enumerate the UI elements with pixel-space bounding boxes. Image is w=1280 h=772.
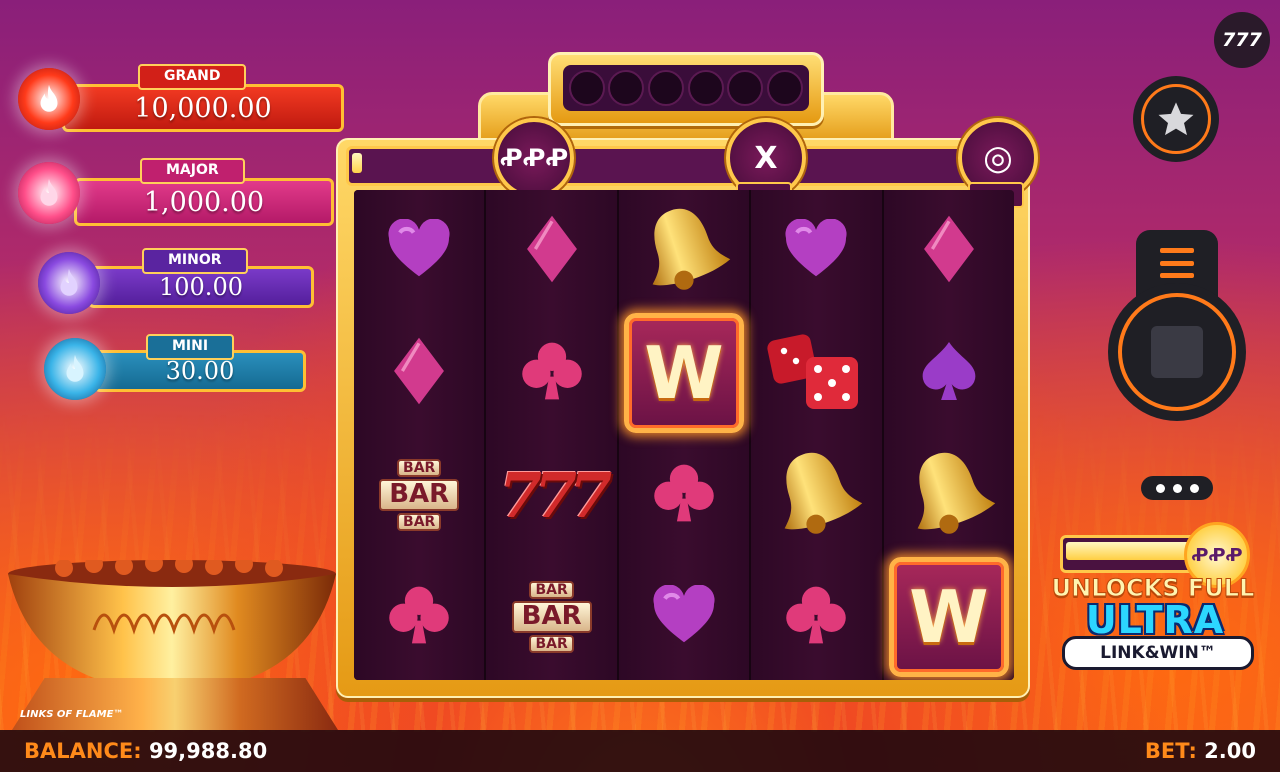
feature-progress-fill	[352, 153, 362, 173]
favorite-button[interactable]	[1133, 76, 1219, 162]
major-amount: 1,000.00	[74, 178, 334, 226]
reel-grid[interactable]: BAR BAR BAR 777 BAR BAR BAR W W	[354, 190, 1014, 680]
reel-cell	[354, 556, 484, 678]
reel-cell: BAR BAR BAR	[354, 434, 484, 556]
reel-cell: 777	[486, 434, 616, 556]
indicator-light	[568, 70, 605, 106]
unlock-progress-bar	[1060, 535, 1198, 573]
reel-cell	[619, 190, 749, 312]
reel-cell	[751, 434, 881, 556]
star-icon	[1158, 102, 1194, 136]
wild-symbol-icon: W	[888, 557, 1009, 677]
wild-symbol-icon: W	[624, 313, 745, 433]
jackpot-minor: 100.00 MINOR	[18, 248, 338, 314]
dice-symbol-icon	[766, 328, 866, 418]
indicator-light	[608, 70, 645, 106]
bell-symbol-icon	[768, 445, 864, 545]
grand-flame-orb-icon	[18, 68, 80, 130]
heart-symbol-icon	[651, 584, 717, 649]
jackpot-grand: 10,000.00 GRAND	[18, 64, 344, 132]
mini-flame-orb-icon	[44, 338, 106, 400]
reel-cell	[486, 312, 616, 434]
indicator-light	[687, 70, 724, 106]
mini-label: MINI	[146, 334, 235, 360]
seven-symbol-icon: 777	[498, 458, 612, 532]
reel-cell	[486, 190, 616, 312]
indicator-light	[727, 70, 764, 106]
jackpot-major: 1,000.00 MAJOR	[18, 158, 338, 226]
major-label: MAJOR	[140, 158, 245, 184]
reel-cell	[884, 190, 1014, 312]
stop-icon	[1151, 326, 1203, 378]
reel-cell: W	[619, 312, 749, 434]
reel-cell	[354, 190, 484, 312]
bell-symbol-icon	[636, 201, 732, 301]
bowl-pedestal	[12, 678, 338, 730]
bar-symbol-icon: BAR BAR BAR	[511, 580, 592, 654]
status-bar: BALANCE: 99,988.80 BET: 2.00	[0, 730, 1280, 772]
minor-flame-orb-icon	[38, 252, 100, 314]
reel-cell	[884, 312, 1014, 434]
reel-cell	[751, 312, 881, 434]
reel-cell	[751, 556, 881, 678]
reel-cell: W	[884, 556, 1014, 678]
reel-cell	[619, 556, 749, 678]
link-and-win-logo: LINK&WIN™	[1062, 636, 1254, 670]
feature-progress-bar	[346, 146, 1022, 186]
grand-amount: 10,000.00	[62, 84, 344, 132]
club-symbol-icon	[781, 581, 851, 653]
reel-cell	[619, 434, 749, 556]
game-logo: LINKS OF FLAME™	[20, 709, 124, 720]
indicator-light	[767, 70, 804, 106]
reel-cell	[884, 434, 1014, 556]
reel-2: 777 BAR BAR BAR	[486, 190, 619, 680]
balance-value: 99,988.80	[148, 739, 268, 763]
bar-symbol-icon: BAR BAR BAR	[379, 458, 460, 532]
balance-label: BALANCE:	[24, 739, 142, 763]
club-symbol-icon	[384, 581, 454, 653]
minor-label: MINOR	[142, 248, 248, 274]
bet-display[interactable]: BET: 2.00	[1145, 739, 1256, 763]
diamond-symbol-icon	[390, 335, 448, 411]
reel-cell	[354, 312, 484, 434]
grand-label: GRAND	[138, 64, 247, 90]
indicator-light	[648, 70, 685, 106]
major-flame-orb-icon	[18, 162, 80, 224]
link-keys-milestone-icon: ꝒꝒꝒ	[494, 118, 574, 198]
reel-5: W	[883, 190, 1014, 680]
diamond-symbol-icon	[920, 213, 978, 289]
club-symbol-icon	[649, 459, 719, 531]
heart-symbol-icon	[783, 218, 849, 283]
heart-symbol-icon	[386, 218, 452, 283]
reel-3: W	[618, 190, 752, 680]
bet-value: 2.00	[1204, 739, 1256, 763]
balance-display: BALANCE: 99,988.80	[24, 739, 267, 763]
reel-cell	[751, 190, 881, 312]
reel-cell: BAR BAR BAR	[486, 556, 616, 678]
reel-4	[751, 190, 884, 680]
more-options-button[interactable]	[1141, 476, 1213, 500]
respin-indicator	[548, 52, 824, 126]
stop-button[interactable]	[1108, 283, 1246, 421]
spade-symbol-icon	[920, 338, 978, 408]
jackpot-mini: 30.00 MINI	[18, 334, 338, 400]
diamond-symbol-icon	[523, 213, 581, 289]
reel-1: BAR BAR BAR	[354, 190, 487, 680]
menu-icon[interactable]	[1160, 248, 1194, 278]
bet-label: BET:	[1144, 739, 1197, 763]
club-symbol-icon	[517, 337, 587, 409]
bell-symbol-icon	[901, 445, 997, 545]
provider-logo[interactable]: 777	[1214, 12, 1270, 68]
